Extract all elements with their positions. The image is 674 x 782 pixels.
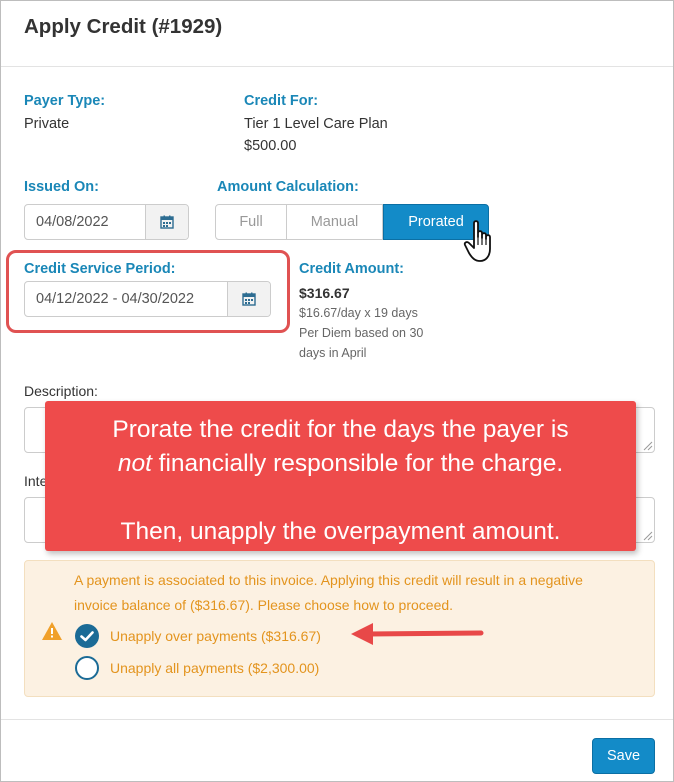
full-option-button[interactable]: Full (215, 204, 287, 240)
calendar-icon[interactable] (145, 205, 188, 239)
credit-amount-detail-rate: $16.67/day x 19 days (299, 306, 418, 320)
modal-footer-divider (1, 719, 673, 720)
warning-line-1: A payment is associated to this invoice.… (74, 572, 583, 588)
callout-line-2-rest: financially responsible for the charge. (151, 450, 564, 477)
unapply-over-payments-radio[interactable] (75, 624, 99, 648)
resize-handle-icon[interactable] (643, 531, 653, 541)
service-period-value[interactable]: 04/12/2022 - 04/30/2022 (25, 282, 227, 316)
issued-on-date-value[interactable]: 04/08/2022 (25, 205, 145, 239)
manual-option-button[interactable]: Manual (287, 204, 383, 240)
save-button[interactable]: Save (592, 738, 655, 774)
credit-for-label: Credit For: (244, 93, 319, 109)
payer-type-value: Private (24, 116, 70, 132)
callout-emphasis: not (117, 450, 152, 477)
hand-cursor-icon (463, 220, 491, 262)
credit-amount-detail-basis: Per Diem based on 30 (299, 326, 424, 340)
resize-handle-icon[interactable] (643, 441, 653, 451)
credit-amount-detail-month: days in April (299, 346, 367, 360)
unapply-all-payments-radio[interactable] (75, 656, 99, 680)
issued-on-label: Issued On: (24, 179, 99, 195)
warning-icon (42, 622, 62, 640)
checkmark-icon (80, 631, 94, 642)
service-period-label: Credit Service Period: (24, 261, 176, 277)
instruction-callout: Prorate the credit for the days the paye… (45, 401, 636, 551)
unapply-over-payments-label[interactable]: Unapply over payments ($316.67) (110, 628, 321, 644)
modal-header: Apply Credit (#1929) (1, 1, 673, 67)
callout-spacer (45, 481, 636, 515)
annotation-arrow-icon (351, 623, 484, 645)
credit-for-plan: Tier 1 Level Care Plan (244, 116, 388, 132)
issued-on-date-field[interactable]: 04/08/2022 (24, 204, 189, 240)
callout-line-3: Then, unapply the overpayment amount. (120, 518, 561, 545)
apply-credit-modal: Apply Credit (#1929) Payer Type: Private… (0, 0, 674, 782)
credit-for-amount: $500.00 (244, 138, 297, 154)
description-label: Description: (24, 383, 98, 399)
credit-amount-label: Credit Amount: (299, 261, 404, 277)
payer-type-label: Payer Type: (24, 93, 106, 109)
unapply-all-payments-label[interactable]: Unapply all payments ($2,300.00) (110, 660, 319, 676)
credit-amount-value: $316.67 (299, 285, 350, 301)
modal-title: Apply Credit (#1929) (24, 15, 223, 38)
internal-note-label: Inte (24, 473, 48, 489)
callout-line-1: Prorate the credit for the days the paye… (112, 416, 569, 443)
amount-calculation-toggle: Full Manual Prorated (215, 204, 489, 240)
negative-balance-warning: A payment is associated to this invoice.… (24, 560, 655, 697)
callout-line-2: not financially responsible for the char… (45, 447, 636, 481)
warning-line-2: invoice balance of ($316.67). Please cho… (74, 597, 454, 613)
calendar-icon[interactable] (227, 282, 270, 316)
amount-calculation-label: Amount Calculation: (217, 179, 359, 195)
service-period-date-field[interactable]: 04/12/2022 - 04/30/2022 (24, 281, 271, 317)
